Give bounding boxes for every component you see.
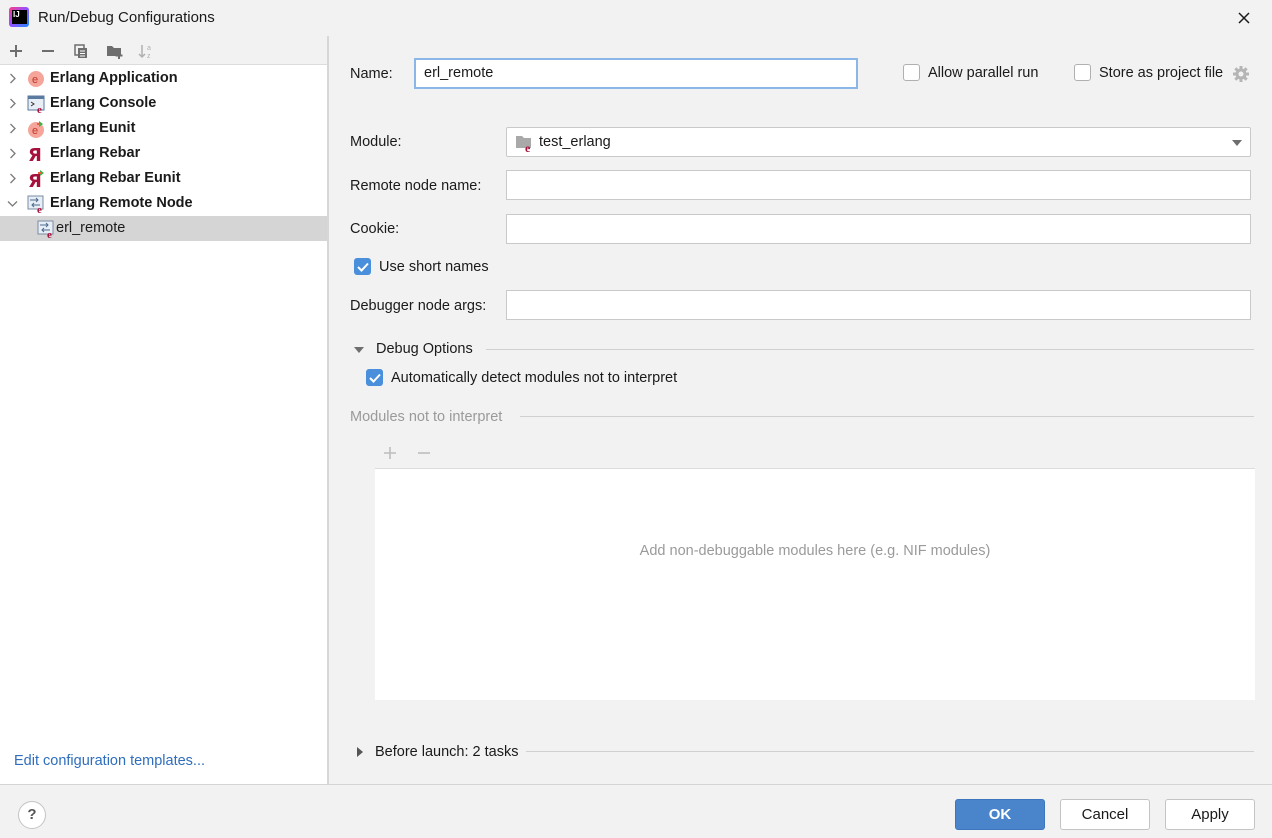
title-bar: Run/Debug Configurations (0, 0, 1272, 36)
auto-detect-modules-checkbox[interactable] (366, 369, 383, 386)
use-short-names-checkbox[interactable] (354, 258, 371, 275)
configurations-tree: e Erlang Application e Erlang Console e … (0, 66, 327, 241)
tree-item-erlang-rebar[interactable]: Я Erlang Rebar (0, 141, 327, 166)
modules-separator (520, 416, 1254, 417)
close-icon (1238, 12, 1250, 24)
remove-configuration-button[interactable] (37, 40, 59, 62)
svg-text:z: z (147, 53, 151, 59)
svg-text:e: e (525, 141, 531, 152)
before-launch-label: Before launch: 2 tasks (375, 744, 519, 760)
erlang-rebar-icon: Я (27, 145, 45, 166)
cookie-label: Cookie: (350, 221, 400, 237)
chevron-down-icon[interactable] (7, 191, 21, 216)
module-dropdown[interactable]: e test_erlang (506, 127, 1251, 157)
erlang-remote-node-icon: e (27, 195, 45, 216)
erlang-eunit-icon: e (27, 120, 45, 138)
ok-button[interactable]: OK (955, 799, 1045, 830)
tree-item-erlang-eunit[interactable]: e Erlang Eunit (0, 116, 327, 141)
auto-detect-modules-label: Automatically detect modules not to inte… (391, 370, 678, 386)
copy-icon (74, 44, 87, 58)
configurations-toolbar: az (0, 36, 327, 65)
debugger-node-args-input[interactable] (506, 290, 1251, 320)
checkmark-icon (369, 373, 381, 383)
tree-item-erlang-application[interactable]: e Erlang Application (0, 66, 327, 91)
allow-parallel-run-checkbox[interactable] (903, 64, 920, 81)
new-folder-button[interactable] (103, 40, 125, 62)
cancel-button[interactable]: Cancel (1060, 799, 1150, 830)
allow-parallel-run-label: Allow parallel run (928, 65, 1039, 81)
add-configuration-button[interactable] (5, 40, 27, 62)
erlang-remote-node-icon: e (37, 220, 55, 241)
remote-node-name-input[interactable] (506, 170, 1251, 200)
module-selected-value: test_erlang (539, 134, 611, 150)
modules-empty-text: Add non-debuggable modules here (e.g. NI… (639, 543, 991, 559)
before-launch-separator (526, 751, 1254, 752)
remove-module-icon[interactable] (417, 446, 431, 460)
triangle-right-icon (357, 747, 363, 757)
erlang-application-icon: e (27, 70, 45, 88)
modules-not-to-interpret-label: Modules not to interpret (350, 409, 503, 425)
panel-splitter[interactable] (327, 36, 329, 784)
dropdown-arrow-icon (1232, 140, 1242, 146)
use-short-names-label: Use short names (379, 259, 489, 275)
remote-node-name-label: Remote node name: (350, 178, 482, 194)
configurations-panel: az e Erlang Application e Erlang Console… (0, 36, 327, 784)
debug-options-label: Debug Options (376, 341, 473, 357)
tree-item-erlang-console[interactable]: e Erlang Console (0, 91, 327, 116)
gear-icon[interactable] (1232, 65, 1250, 83)
add-icon (10, 45, 22, 57)
module-folder-icon: e (516, 136, 531, 152)
remove-icon (42, 50, 54, 52)
cookie-input[interactable] (506, 214, 1251, 244)
svg-text:e: e (37, 204, 42, 213)
svg-text:a: a (147, 45, 151, 52)
chevron-right-icon[interactable] (7, 116, 21, 141)
store-as-project-file-checkbox[interactable] (1074, 64, 1091, 81)
sort-alphabetically-icon: az (138, 45, 151, 59)
tree-item-erlang-remote-node[interactable]: e Erlang Remote Node (0, 191, 327, 216)
apply-button[interactable]: Apply (1165, 799, 1255, 830)
store-as-project-file-label: Store as project file (1099, 65, 1224, 81)
add-module-icon[interactable] (383, 446, 397, 460)
intellij-app-icon (9, 7, 29, 27)
copy-configuration-button[interactable] (70, 40, 92, 62)
debugger-node-args-label: Debugger node args: (350, 298, 487, 314)
modules-not-to-interpret-list[interactable]: Add non-debuggable modules here (e.g. NI… (375, 468, 1255, 700)
svg-text:Я: Я (28, 145, 42, 163)
checkmark-icon (357, 262, 369, 272)
svg-text:e: e (32, 125, 38, 137)
dialog-footer: ? OK Cancel Apply (0, 784, 1272, 838)
erlang-console-icon: e (27, 95, 45, 116)
triangle-down-icon (354, 347, 364, 353)
chevron-right-icon[interactable] (7, 66, 21, 91)
svg-text:e: e (47, 229, 52, 238)
name-input[interactable]: erl_remote (414, 58, 858, 89)
close-button[interactable] (1230, 6, 1258, 30)
svg-text:e: e (37, 104, 42, 113)
new-folder-icon (107, 46, 123, 59)
tree-item-erl-remote[interactable]: e erl_remote (0, 216, 327, 241)
name-label: Name: (350, 66, 393, 82)
chevron-right-icon[interactable] (7, 141, 21, 166)
tree-item-erlang-rebar-eunit[interactable]: Я Erlang Rebar Eunit (0, 166, 327, 192)
chevron-right-icon[interactable] (7, 91, 21, 116)
sort-configurations-button[interactable]: az (135, 40, 157, 62)
chevron-right-icon[interactable] (7, 166, 21, 191)
edit-configuration-templates-link[interactable]: Edit configuration templates... (14, 753, 205, 769)
window-title: Run/Debug Configurations (38, 9, 215, 26)
module-label: Module: (350, 134, 402, 150)
erlang-rebar-eunit-icon: Я (27, 170, 45, 192)
debug-options-separator (486, 349, 1254, 350)
svg-text:e: e (32, 74, 38, 86)
help-button[interactable]: ? (18, 801, 46, 829)
